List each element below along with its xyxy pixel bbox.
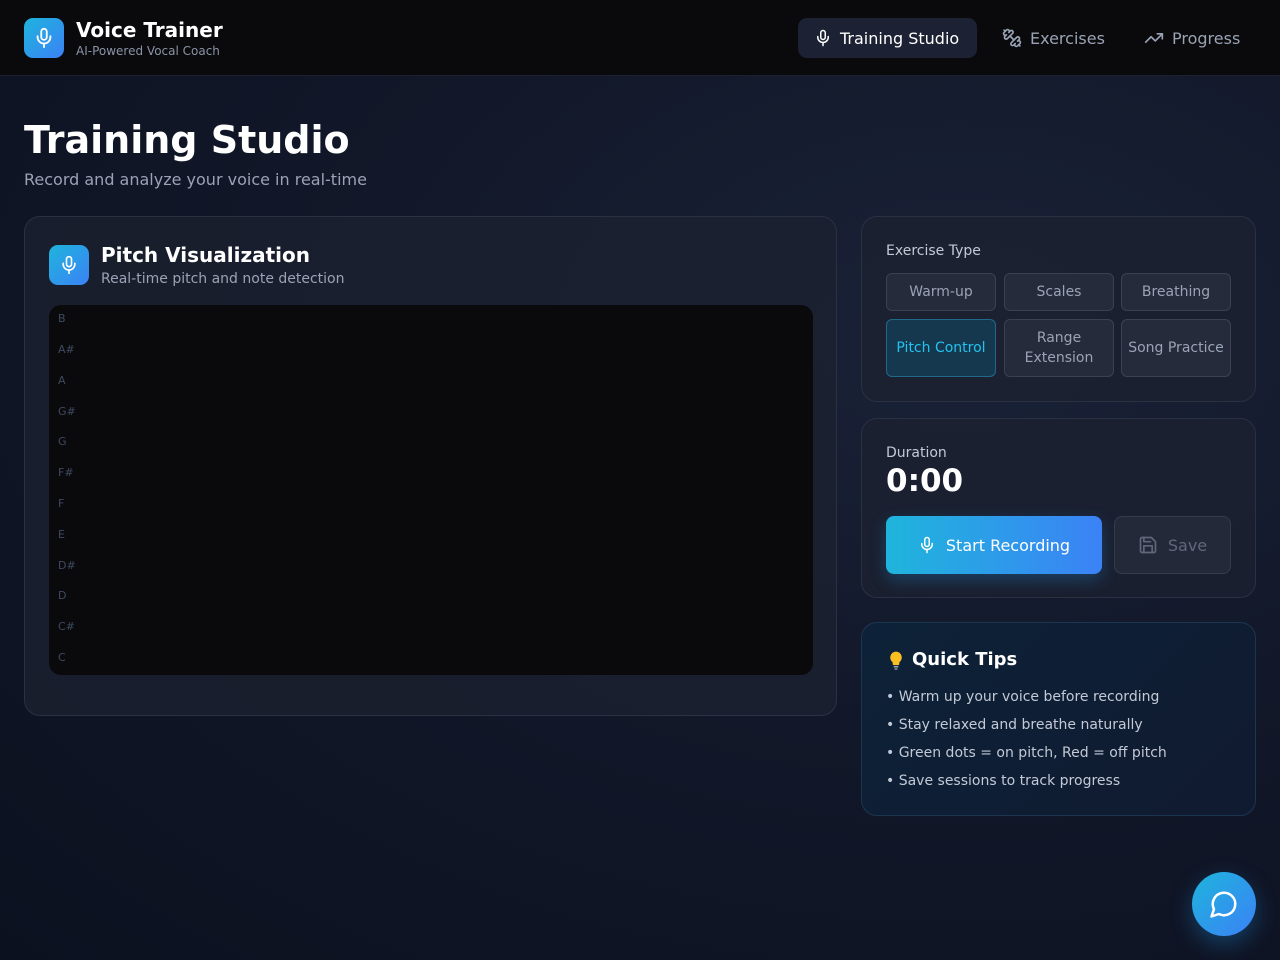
- tip-item: • Warm up your voice before recording: [886, 689, 1160, 705]
- note-label-d-sharp: D#: [58, 559, 76, 572]
- viz-badge: [49, 245, 89, 285]
- exercise-option-scales[interactable]: Scales: [1004, 273, 1114, 311]
- tips-heading: Quick Tips: [886, 649, 1017, 670]
- note-label-e: E: [58, 528, 65, 541]
- duration-value: 0:00: [886, 463, 964, 499]
- save-button[interactable]: Save: [1114, 516, 1231, 574]
- start-recording-button[interactable]: Start Recording: [886, 516, 1102, 574]
- exercise-option-breathing[interactable]: Breathing: [1121, 273, 1231, 311]
- duration-label: Duration: [886, 445, 947, 461]
- microphone-icon: [918, 536, 936, 554]
- microphone-icon: [33, 27, 55, 49]
- note-label-a: A: [58, 374, 66, 387]
- note-label-f-sharp: F#: [58, 466, 74, 479]
- note-label-c: C: [58, 651, 66, 664]
- microphone-icon: [59, 255, 79, 275]
- app-logo: [24, 18, 64, 58]
- note-label-b: B: [58, 312, 66, 325]
- app-subtitle: AI-Powered Vocal Coach: [76, 44, 220, 58]
- save-icon: [1138, 535, 1158, 555]
- nav-exercises[interactable]: Exercises: [986, 18, 1121, 58]
- trending-up-icon: [1144, 28, 1164, 48]
- start-recording-label: Start Recording: [945, 535, 1071, 555]
- recording-card: Duration 0:00 Start Recording Save: [861, 418, 1256, 598]
- exercise-type-card: Exercise Type Warm-up Scales Breathing P…: [861, 216, 1256, 402]
- chat-button[interactable]: [1192, 872, 1256, 936]
- microphone-icon: [814, 29, 832, 47]
- viz-title: Pitch Visualization: [101, 243, 310, 267]
- quick-tips-card: Quick Tips • Warm up your voice before r…: [861, 622, 1256, 816]
- tips-title: Quick Tips: [912, 649, 1018, 670]
- dumbbell-icon: [1002, 28, 1022, 48]
- page-title: Training Studio: [24, 118, 350, 162]
- nav-progress[interactable]: Progress: [1128, 18, 1256, 58]
- exercise-option-warm-up[interactable]: Warm-up: [886, 273, 996, 311]
- note-label-a-sharp: A#: [58, 343, 75, 356]
- lightbulb-icon: [886, 650, 906, 670]
- exercise-option-song-practice[interactable]: Song Practice: [1121, 319, 1231, 377]
- viz-subtitle: Real-time pitch and note detection: [101, 271, 345, 287]
- tip-item: • Save sessions to track progress: [886, 773, 1121, 789]
- app-title: Voice Trainer: [76, 18, 223, 42]
- tip-item: • Stay relaxed and breathe naturally: [886, 717, 1143, 733]
- exercise-option-range-extension[interactable]: Range Extension: [1004, 319, 1114, 377]
- nav-label: Progress: [1172, 28, 1241, 48]
- chat-bubble-icon: [1209, 889, 1239, 919]
- exercise-option-pitch-control[interactable]: Pitch Control: [886, 319, 996, 377]
- nav-label: Exercises: [1030, 28, 1105, 48]
- nav-label: Training Studio: [840, 28, 960, 48]
- top-navbar: Voice Trainer AI-Powered Vocal Coach Tra…: [0, 0, 1280, 76]
- page-subtitle: Record and analyze your voice in real-ti…: [24, 170, 367, 189]
- note-label-g: G: [58, 435, 67, 448]
- note-label-d: D: [58, 589, 67, 602]
- pitch-canvas: B A# A G# G F# F E D# D C# C: [49, 305, 813, 675]
- note-label-f: F: [58, 497, 65, 510]
- note-label-g-sharp: G#: [58, 405, 76, 418]
- pitch-visualization-card: Pitch Visualization Real-time pitch and …: [24, 216, 837, 716]
- note-label-c-sharp: C#: [58, 620, 75, 633]
- tip-item: • Green dots = on pitch, Red = off pitch: [886, 745, 1167, 761]
- nav-training-studio[interactable]: Training Studio: [798, 18, 977, 58]
- save-label: Save: [1167, 535, 1208, 555]
- exercise-type-label: Exercise Type: [886, 243, 981, 259]
